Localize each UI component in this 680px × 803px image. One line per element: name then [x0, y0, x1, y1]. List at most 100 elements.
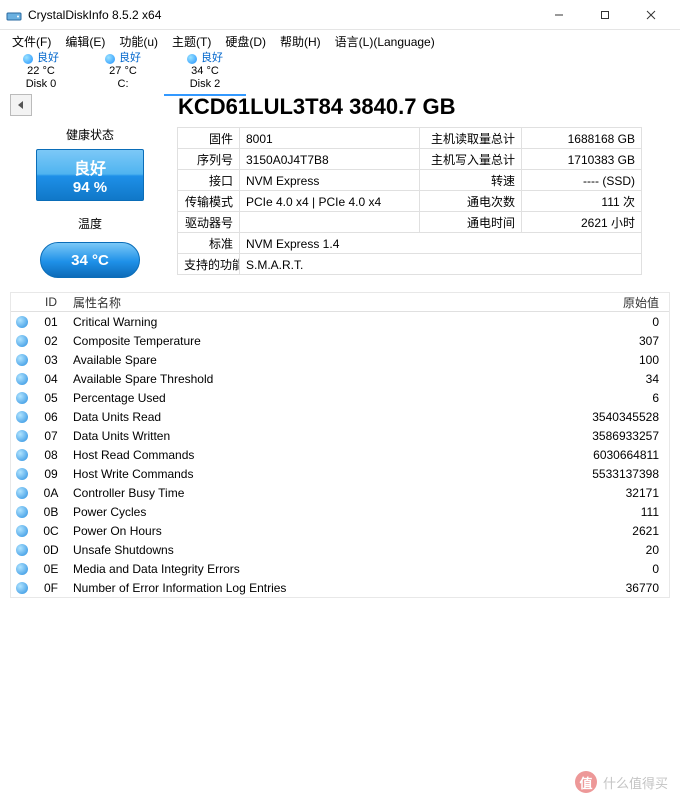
menu-function[interactable]: 功能(u)	[113, 31, 164, 52]
interface-value: NVM Express	[239, 169, 420, 191]
table-row[interactable]: 07Data Units Written3586933257	[11, 426, 669, 445]
cell-id: 03	[33, 353, 69, 367]
watermark: 值 什么值得买	[575, 771, 668, 793]
status-dot-icon	[16, 525, 28, 537]
host-writes-label: 主机写入量总计	[419, 148, 522, 170]
table-row[interactable]: 06Data Units Read3540345528	[11, 407, 669, 426]
header-id[interactable]: ID	[33, 295, 69, 309]
menu-edit[interactable]: 编辑(E)	[59, 31, 111, 52]
status-dot-icon	[16, 316, 28, 328]
close-button[interactable]	[628, 0, 674, 30]
table-row[interactable]: 0EMedia and Data Integrity Errors0	[11, 559, 669, 578]
status-dot-icon	[16, 430, 28, 442]
temp-value: 34 °C	[71, 252, 109, 269]
features-label: 支持的功能	[177, 253, 240, 275]
table-row[interactable]: 04Available Spare Threshold34	[11, 369, 669, 388]
table-row[interactable]: 0AController Busy Time32171	[11, 483, 669, 502]
menu-file[interactable]: 文件(F)	[6, 31, 57, 52]
prev-disk-button[interactable]	[10, 94, 32, 116]
right-panel: KCD61LUL3T84 3840.7 GB 固件 8001 主机读取量总计 1…	[178, 94, 670, 278]
cell-raw: 0	[549, 315, 669, 329]
status-dot-icon	[23, 54, 33, 64]
table-row[interactable]: 09Host Write Commands5533137398	[11, 464, 669, 483]
watermark-text: 什么值得买	[603, 773, 668, 792]
cell-name: Number of Error Information Log Entries	[69, 581, 549, 595]
status-dot-icon	[16, 373, 28, 385]
cell-raw: 0	[549, 562, 669, 576]
cell-id: 02	[33, 334, 69, 348]
table-row[interactable]: 01Critical Warning0	[11, 312, 669, 331]
disk-tab-0[interactable]: 良好 22 °C Disk 0	[0, 52, 82, 94]
cell-name: Host Write Commands	[69, 467, 549, 481]
cell-raw: 6030664811	[549, 448, 669, 462]
cell-id: 08	[33, 448, 69, 462]
table-row[interactable]: 03Available Spare100	[11, 350, 669, 369]
cell-name: Controller Busy Time	[69, 486, 549, 500]
serial-label: 序列号	[177, 148, 240, 170]
table-row[interactable]: 0BPower Cycles111	[11, 502, 669, 521]
tab-temp: 34 °C	[168, 65, 242, 78]
disk-tab-1[interactable]: 良好 27 °C C:	[82, 52, 164, 94]
table-row[interactable]: 02Composite Temperature307	[11, 331, 669, 350]
cell-raw: 36770	[549, 581, 669, 595]
cell-raw: 2621	[549, 524, 669, 538]
disk-tab-2[interactable]: 良好 34 °C Disk 2	[164, 52, 246, 96]
cell-id: 09	[33, 467, 69, 481]
table-row[interactable]: 08Host Read Commands6030664811	[11, 445, 669, 464]
menu-disk[interactable]: 硬盘(D)	[219, 31, 272, 52]
cell-id: 0B	[33, 505, 69, 519]
status-dot-icon	[16, 449, 28, 461]
host-writes-value: 1710383 GB	[521, 148, 642, 170]
health-badge[interactable]: 良好 94 %	[36, 149, 144, 201]
cell-name: Data Units Read	[69, 410, 549, 424]
tab-status: 良好	[119, 52, 141, 65]
serial-value: 3150A0J4T7B8	[239, 148, 420, 170]
tab-status: 良好	[37, 52, 59, 65]
cell-name: Composite Temperature	[69, 334, 549, 348]
interface-label: 接口	[177, 169, 240, 191]
tab-status: 良好	[201, 52, 223, 65]
window-title: CrystalDiskInfo 8.5.2 x64	[28, 8, 536, 22]
table-row[interactable]: 0DUnsafe Shutdowns20	[11, 540, 669, 559]
status-dot-icon	[16, 468, 28, 480]
cell-id: 05	[33, 391, 69, 405]
cell-id: 0F	[33, 581, 69, 595]
rpm-label: 转速	[419, 169, 522, 191]
main-area: 健康状态 良好 94 % 温度 34 °C KCD61LUL3T84 3840.…	[0, 90, 680, 282]
menubar: 文件(F) 编辑(E) 功能(u) 主题(T) 硬盘(D) 帮助(H) 语言(L…	[0, 30, 680, 52]
table-row[interactable]: 0CPower On Hours2621	[11, 521, 669, 540]
app-icon	[6, 7, 22, 23]
status-dot-icon	[105, 54, 115, 64]
host-reads-label: 主机读取量总计	[419, 127, 522, 149]
temp-badge[interactable]: 34 °C	[40, 242, 140, 278]
cell-id: 0E	[33, 562, 69, 576]
drive-letter-label: 驱动器号	[177, 211, 240, 233]
table-row[interactable]: 0FNumber of Error Information Log Entrie…	[11, 578, 669, 597]
cell-raw: 307	[549, 334, 669, 348]
table-row[interactable]: 05Percentage Used6	[11, 388, 669, 407]
disk-tabs: 良好 22 °C Disk 0 良好 27 °C C: 良好 34 °C Dis…	[0, 52, 680, 90]
power-hours-label: 通电时间	[419, 211, 522, 233]
menu-language[interactable]: 语言(L)(Language)	[329, 31, 441, 52]
header-raw[interactable]: 原始值	[549, 294, 669, 311]
rpm-value: ---- (SSD)	[521, 169, 642, 191]
cell-id: 0D	[33, 543, 69, 557]
info-grid: 固件 8001 主机读取量总计 1688168 GB 序列号 3150A0J4T…	[178, 128, 670, 275]
status-dot-icon	[16, 392, 28, 404]
tab-temp: 22 °C	[4, 65, 78, 78]
cell-name: Available Spare	[69, 353, 549, 367]
menu-theme[interactable]: 主题(T)	[166, 31, 217, 52]
menu-help[interactable]: 帮助(H)	[274, 31, 327, 52]
smart-header: ID 属性名称 原始值	[11, 293, 669, 312]
cell-name: Available Spare Threshold	[69, 372, 549, 386]
tab-name: Disk 2	[168, 78, 242, 91]
header-name[interactable]: 属性名称	[69, 294, 549, 311]
maximize-button[interactable]	[582, 0, 628, 30]
titlebar: CrystalDiskInfo 8.5.2 x64	[0, 0, 680, 30]
cell-id: 06	[33, 410, 69, 424]
minimize-button[interactable]	[536, 0, 582, 30]
temp-label: 温度	[78, 215, 102, 232]
cell-id: 01	[33, 315, 69, 329]
health-label: 健康状态	[66, 126, 114, 143]
standard-value: NVM Express 1.4	[239, 232, 642, 254]
